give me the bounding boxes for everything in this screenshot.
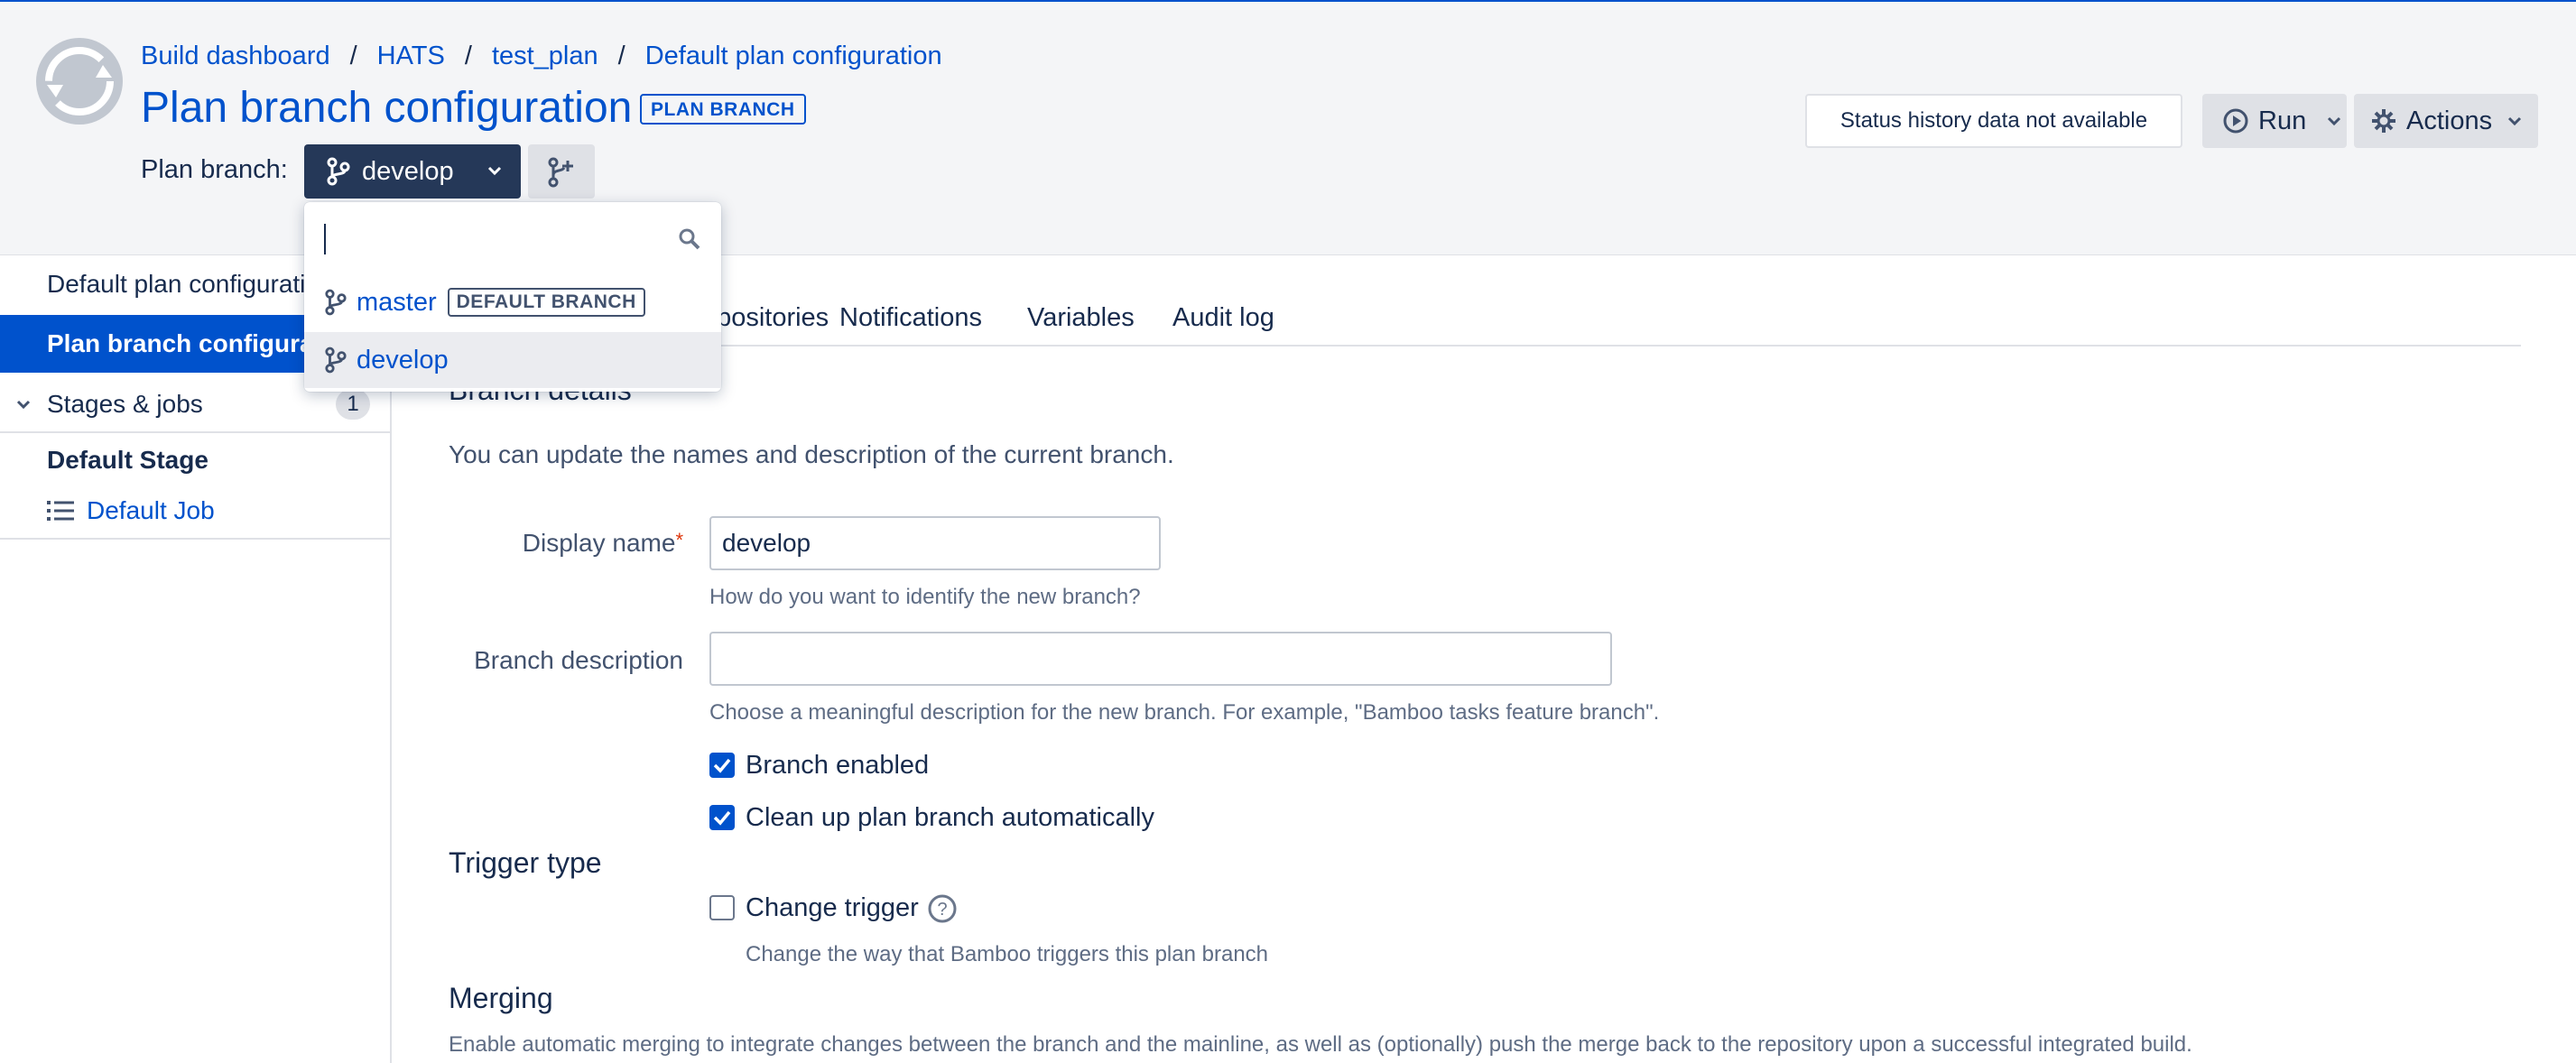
branch-enabled-label: Branch enabled: [746, 751, 930, 780]
cleanup-label: Clean up plan branch automatically: [746, 803, 1154, 832]
merging-description: Enable automatic merging to integrate ch…: [449, 1032, 2192, 1057]
branch-search-input[interactable]: [320, 218, 709, 269]
checkmark-icon: [713, 758, 731, 773]
breadcrumb-plan-configuration[interactable]: Default plan configuration: [645, 42, 942, 71]
branch-icon: [325, 347, 347, 374]
dropdown-item-label: master: [357, 287, 437, 317]
job-name: Default Job: [87, 496, 215, 524]
run-button[interactable]: Run: [2202, 94, 2347, 148]
breadcrumb: Build dashboard / HATS / test_plan / Def…: [141, 42, 942, 71]
display-name-label: Display name*: [449, 529, 683, 558]
default-branch-badge: DEFAULT BRANCH: [447, 288, 645, 317]
display-name-input[interactable]: [709, 516, 1161, 570]
tab-audit-log[interactable]: Audit log: [1172, 303, 1274, 333]
chevron-down-icon: [16, 400, 31, 410]
cleanup-checkbox[interactable]: [709, 805, 735, 830]
display-name-help: How do you want to identify the new bran…: [709, 585, 1141, 609]
stages-and-jobs-label: Stages & jobs: [47, 390, 203, 418]
breadcrumb-build-dashboard[interactable]: Build dashboard: [141, 42, 330, 71]
search-icon: [679, 228, 700, 250]
list-icon: [47, 501, 74, 521]
branch-selector-button[interactable]: develop: [304, 144, 521, 199]
trigger-type-heading: Trigger type: [449, 846, 602, 879]
display-name-label-text: Display name: [522, 529, 676, 557]
actions-button-label: Actions: [2406, 106, 2493, 135]
config-tabs: Repositories Notifications Variables Aud…: [449, 298, 2521, 347]
breadcrumb-project[interactable]: HATS: [377, 42, 445, 71]
plan-avatar-icon: [36, 38, 123, 125]
stage-name: Default Stage: [47, 446, 208, 474]
branch-dropdown: master DEFAULT BRANCH develop: [304, 202, 721, 392]
branch-description-input[interactable]: [709, 632, 1612, 686]
required-marker: *: [675, 529, 683, 551]
change-trigger-checkbox[interactable]: [709, 895, 735, 920]
page-title: Plan branch configuration: [141, 84, 633, 132]
gear-icon: [2372, 109, 2395, 133]
breadcrumb-separator: /: [464, 42, 472, 70]
change-trigger-label: Change trigger: [746, 893, 919, 922]
change-trigger-help: Change the way that Bamboo triggers this…: [746, 942, 1269, 966]
actions-button[interactable]: Actions: [2354, 94, 2538, 148]
merging-heading: Merging: [449, 982, 553, 1014]
branch-add-icon: [548, 157, 573, 188]
text-cursor: [324, 224, 326, 254]
breadcrumb-plan[interactable]: test_plan: [492, 42, 598, 71]
tab-variables[interactable]: Variables: [1027, 303, 1135, 333]
tab-notifications[interactable]: Notifications: [839, 303, 982, 333]
breadcrumb-separator: /: [617, 42, 625, 70]
help-icon[interactable]: ?: [927, 893, 958, 924]
dropdown-item-master[interactable]: master DEFAULT BRANCH: [304, 274, 721, 330]
breadcrumb-separator: /: [349, 42, 357, 70]
chevron-down-icon: [2508, 116, 2522, 126]
dropdown-item-label: develop: [357, 345, 449, 374]
svg-text:?: ?: [937, 900, 947, 920]
run-button-label: Run: [2258, 106, 2307, 135]
create-branch-button[interactable]: [528, 144, 595, 199]
chevron-down-icon: [2328, 116, 2341, 126]
plan-branch-badge: PLAN BRANCH: [640, 94, 806, 125]
chevron-down-icon: [487, 166, 502, 176]
sidebar-divider: [0, 538, 390, 540]
status-history-indicator: Status history data not available: [1805, 94, 2182, 148]
play-icon: [2223, 108, 2248, 134]
job-link[interactable]: Default Job: [47, 496, 215, 525]
branch-description-label: Branch description: [474, 646, 683, 674]
branch-icon: [325, 289, 347, 316]
branch-icon: [327, 157, 350, 186]
branch-description-help: Choose a meaningful description for the …: [709, 700, 1660, 725]
current-branch-name: develop: [362, 156, 454, 186]
dropdown-item-develop[interactable]: develop: [304, 332, 721, 388]
plan-branch-label: Plan branch:: [141, 155, 288, 184]
stages-count-badge: 1: [336, 389, 370, 420]
branch-enabled-checkbox[interactable]: [709, 753, 735, 778]
checkmark-icon: [713, 810, 731, 826]
branch-details-intro: You can update the names and description…: [449, 440, 1174, 468]
